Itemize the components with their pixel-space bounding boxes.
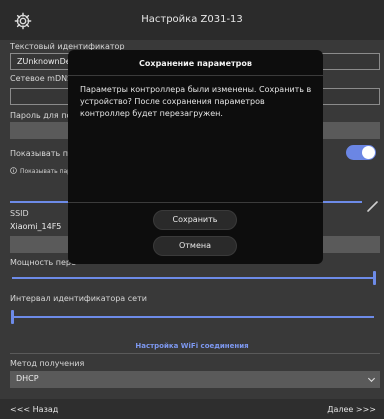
show-password-hint: Показывать пар [20,168,71,175]
dialog-divider-bottom [68,202,323,203]
dialog-title: Сохранение параметров [139,59,252,68]
net-id-interval-label: Интервал идентификатора сети [10,294,147,303]
net-id-interval-slider-track[interactable] [12,316,374,318]
save-button[interactable]: Сохранить [153,210,237,230]
cancel-button[interactable]: Отмена [153,236,237,256]
next-button[interactable]: Далее >>> [327,405,376,414]
ssid-label: SSID [10,209,29,218]
method-select[interactable]: DHCP [10,371,380,388]
app-screen: Настройка Z031-13 Текстовый идентификато… [0,0,384,419]
info-icon [10,167,17,174]
top-bar: Настройка Z031-13 [0,0,384,40]
dialog-message: Параметры контроллера были изменены. Сох… [80,85,312,118]
section-divider [10,353,380,354]
net-id-interval-slider-thumb[interactable] [11,310,14,324]
tx-power-slider-thumb[interactable] [373,271,376,285]
bottom-nav: <<< Назад Далее >>> [0,399,384,419]
wifi-section-title: Настройка WiFi соединения [135,342,249,350]
tx-power-slider-track[interactable] [12,277,374,279]
back-button[interactable]: <<< Назад [10,405,58,414]
mdns-label: Сетевое mDNS [10,74,73,83]
pencil-icon[interactable] [366,199,380,213]
text-id-value: ZUnknownDev [17,57,76,66]
show-password-label: Показывать па [10,149,73,158]
page-title: Настройка Z031-13 [141,14,243,25]
save-dialog: Сохранение параметров Параметры контролл… [68,50,323,264]
method-value: DHCP [16,374,39,383]
ssid-value[interactable]: Xiaomi_14F5 [10,222,61,231]
tx-power-label: Мощность пере [10,258,76,267]
chevron-down-icon [367,377,376,383]
method-label: Метод получения [10,359,85,368]
toggle-knob [362,146,375,159]
show-password-toggle[interactable] [346,145,376,160]
dialog-divider [68,75,323,76]
password-label: Пароль для по [10,111,72,120]
